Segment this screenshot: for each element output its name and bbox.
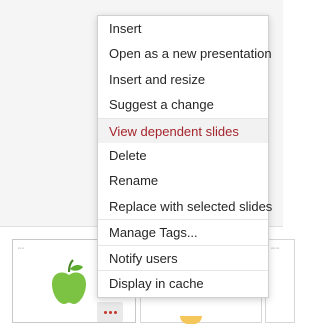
- menu-item-rename[interactable]: Rename: [98, 168, 268, 193]
- menu-item-insert[interactable]: Insert: [98, 16, 268, 41]
- more-options-icon: [113, 310, 117, 314]
- menu-item-view-dependent-slides[interactable]: View dependent slides: [98, 117, 268, 143]
- slide-caption: ▪▪▪▪ ▪▪▪: [271, 246, 280, 250]
- context-menu: Insert Open as a new presentation Insert…: [97, 15, 272, 298]
- more-options-button[interactable]: [97, 302, 123, 322]
- menu-item-delete[interactable]: Delete: [98, 143, 268, 168]
- menu-item-display-in-cache[interactable]: Display in cache: [98, 269, 268, 295]
- more-options-icon: [108, 310, 112, 314]
- menu-item-insert-and-resize[interactable]: Insert and resize: [98, 67, 268, 92]
- menu-item-manage-tags[interactable]: Manage Tags...: [98, 219, 268, 244]
- slide-caption: ▪▪▪ ▪▪: [18, 246, 25, 250]
- menu-item-suggest-a-change[interactable]: Suggest a change: [98, 92, 268, 117]
- slide-thumbnail-3[interactable]: ▪▪▪▪ ▪▪▪: [265, 239, 295, 323]
- menu-item-open-as-new-presentation[interactable]: Open as a new presentation: [98, 41, 272, 66]
- menu-item-notify-users[interactable]: Notify users: [98, 244, 268, 270]
- menu-item-replace-with-selected-slides[interactable]: Replace with selected slides: [98, 194, 272, 219]
- more-options-icon: [103, 310, 107, 314]
- apple-icon: [52, 259, 86, 304]
